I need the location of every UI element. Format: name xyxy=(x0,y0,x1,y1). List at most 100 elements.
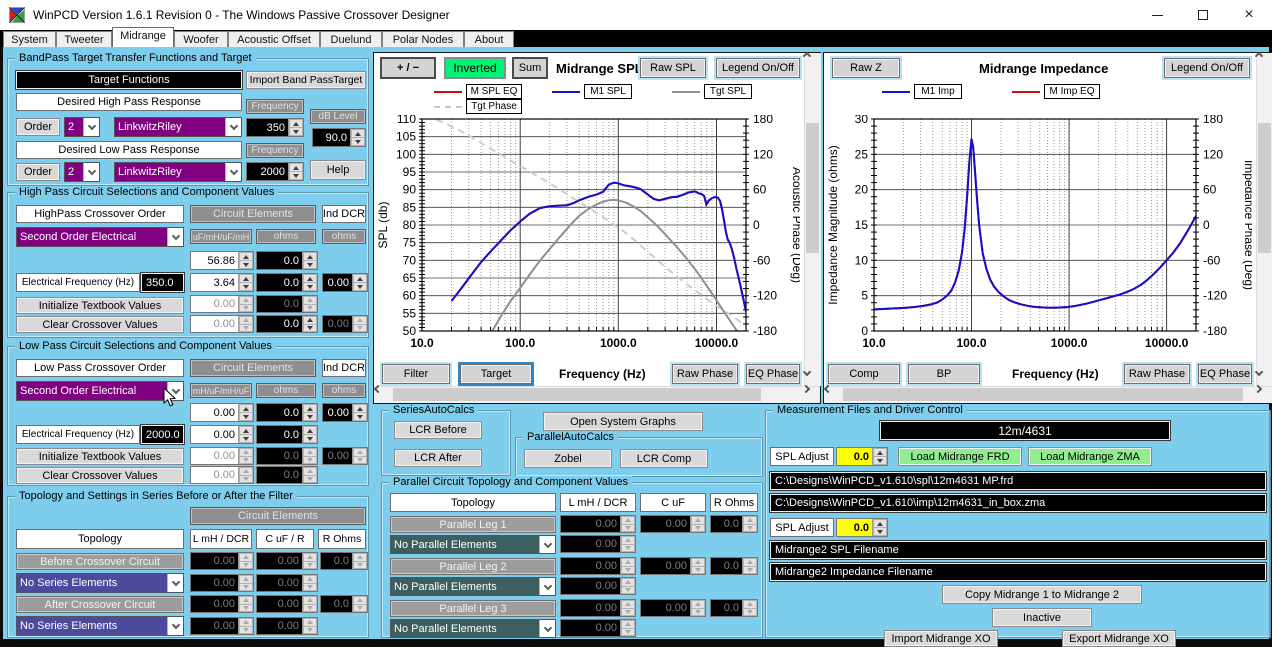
lp-clear-crossover-button[interactable]: Clear Crossover Values xyxy=(16,467,184,484)
leg2-l-spinner[interactable]: 0.00 xyxy=(560,557,636,575)
hp-l2-spinner[interactable]: 0.00 xyxy=(190,315,254,333)
leg3-c-value[interactable]: 0.00 xyxy=(641,600,690,616)
spl-adjust2-spinner[interactable]: 0.0 xyxy=(836,518,888,537)
spl-scroll-left-button[interactable] xyxy=(373,384,383,394)
before-r-value[interactable]: 0.0 xyxy=(321,553,352,569)
spinner-down-button[interactable] xyxy=(303,583,317,591)
spinner-up-button[interactable] xyxy=(239,296,253,305)
spinner-up-button[interactable] xyxy=(239,404,253,413)
spinner-buttons[interactable] xyxy=(302,404,317,421)
lp-order-select[interactable]: 2 xyxy=(64,162,100,182)
leg3-l-spinner[interactable]: 0.00 xyxy=(560,599,636,617)
lp-dcr2-value[interactable]: 0.00 xyxy=(323,448,352,464)
spinner-up-button[interactable] xyxy=(303,274,317,283)
spinner-up-button[interactable] xyxy=(303,553,317,562)
spl-inverted-button[interactable]: Inverted xyxy=(444,57,506,79)
spinner-down-button[interactable] xyxy=(691,608,705,616)
close-button[interactable]: × xyxy=(1226,0,1272,30)
hp-r4-spinner[interactable]: 0.0 xyxy=(256,315,318,333)
spinner-down-button[interactable] xyxy=(353,561,367,569)
tab-acoustic-offset[interactable]: Acoustic Offset xyxy=(228,31,320,48)
spinner-down-button[interactable] xyxy=(353,604,367,612)
spinner-down-button[interactable] xyxy=(303,435,317,443)
spinner-buttons[interactable] xyxy=(350,129,365,146)
spinner-up-button[interactable] xyxy=(353,316,367,325)
after-sel-l-spinner[interactable]: 0.00 xyxy=(190,617,254,635)
leg2-sel-value[interactable]: 0.00 xyxy=(561,578,620,594)
after-sel-c-value[interactable]: 0.00 xyxy=(257,618,302,634)
lp-l1-spinner[interactable]: 0.00 xyxy=(190,403,254,422)
after-r-value[interactable]: 0.0 xyxy=(321,596,352,612)
spinner-up-button[interactable] xyxy=(353,274,367,283)
hp-l1-spinner[interactable]: 3.64 xyxy=(190,273,254,292)
spinner-up-button[interactable] xyxy=(353,448,367,457)
spinner-buttons[interactable] xyxy=(302,426,317,443)
lp-r1-value[interactable]: 0.0 xyxy=(257,404,302,421)
before-sel-c-spinner[interactable]: 0.00 xyxy=(256,574,318,592)
spinner-buttons[interactable] xyxy=(288,163,303,180)
lp-r4-value[interactable]: 0.0 xyxy=(257,467,302,483)
spinner-down-button[interactable] xyxy=(303,456,317,464)
spinner-buttons[interactable] xyxy=(872,448,887,465)
hp-dcr2-value[interactable]: 0.00 xyxy=(323,316,352,332)
spinner-up-button[interactable] xyxy=(239,252,253,261)
hp-dcr1-spinner[interactable]: 0.00 xyxy=(322,273,368,292)
leg3-sel-spinner[interactable]: 0.00 xyxy=(560,619,636,637)
db-level-value[interactable]: 90.0 xyxy=(313,129,350,146)
spinner-up-button[interactable] xyxy=(303,316,317,325)
leg2-c-spinner[interactable]: 0.00 xyxy=(640,557,706,575)
spinner-up-button[interactable] xyxy=(303,448,317,457)
imp-raw-z-button[interactable]: Raw Z xyxy=(832,58,900,78)
imp-vertical-scroll-thumb[interactable] xyxy=(1258,123,1271,253)
spinner-up-button[interactable] xyxy=(621,516,635,525)
hp-c2-value[interactable]: 0.00 xyxy=(191,296,238,312)
spinner-buttons[interactable] xyxy=(742,600,757,616)
tab-midrange[interactable]: Midrange xyxy=(112,27,174,47)
before-sel-l-spinner[interactable]: 0.00 xyxy=(190,574,254,592)
spinner-up-button[interactable] xyxy=(691,516,705,525)
spinner-down-button[interactable] xyxy=(621,566,635,574)
hp-r3-value[interactable]: 0.0 xyxy=(257,296,302,312)
spinner-buttons[interactable] xyxy=(620,516,635,532)
spl-filter-button[interactable]: Filter xyxy=(382,364,450,384)
spinner-buttons[interactable] xyxy=(238,596,253,612)
lp-r1-spinner[interactable]: 0.0 xyxy=(256,403,318,422)
spinner-up-button[interactable] xyxy=(303,296,317,305)
spinner-up-button[interactable] xyxy=(351,129,365,138)
spinner-down-button[interactable] xyxy=(303,475,317,483)
spinner-buttons[interactable] xyxy=(238,252,253,269)
leg1-r-value[interactable]: 0.0 xyxy=(711,516,742,532)
spinner-down-button[interactable] xyxy=(621,628,635,636)
spinner-buttons[interactable] xyxy=(238,575,253,591)
spinner-up-button[interactable] xyxy=(239,553,253,562)
leg1-c-spinner[interactable]: 0.00 xyxy=(640,515,706,533)
spinner-up-button[interactable] xyxy=(353,596,367,605)
lp-l2-spinner[interactable]: 0.00 xyxy=(190,447,254,465)
spinner-down-button[interactable] xyxy=(289,172,303,180)
spinner-buttons[interactable] xyxy=(690,558,705,574)
before-l-value[interactable]: 0.00 xyxy=(191,553,238,569)
spl-scroll-up-button[interactable] xyxy=(802,51,812,61)
chevron-down-icon[interactable] xyxy=(225,163,241,181)
spinner-up-button[interactable] xyxy=(621,600,635,609)
spl-scroll-right-button[interactable] xyxy=(801,384,811,394)
hp-type-select[interactable]: LinkwitzRiley xyxy=(114,117,242,137)
chevron-down-icon[interactable] xyxy=(539,536,555,553)
hp-c2-spinner[interactable]: 0.00 xyxy=(190,295,254,313)
leg1-elements-select[interactable]: No Parallel Elements xyxy=(390,535,556,554)
spinner-buttons[interactable] xyxy=(742,558,757,574)
after-sel-l-value[interactable]: 0.00 xyxy=(191,618,238,634)
spinner-buttons[interactable] xyxy=(238,404,253,421)
spinner-up-button[interactable] xyxy=(289,163,303,172)
lcr-comp-button[interactable]: LCR Comp xyxy=(620,449,708,468)
imp-scroll-right-button[interactable] xyxy=(1253,384,1263,394)
spinner-buttons[interactable] xyxy=(302,448,317,464)
spl-eq-phase-button[interactable]: EQ Phase xyxy=(746,364,800,384)
imp-scroll-up-button[interactable] xyxy=(1254,51,1264,61)
spinner-down-button[interactable] xyxy=(239,604,253,612)
spinner-down-button[interactable] xyxy=(621,524,635,532)
spl-scroll-down-button[interactable] xyxy=(802,367,812,377)
spinner-buttons[interactable] xyxy=(352,274,367,291)
leg3-sel-value[interactable]: 0.00 xyxy=(561,620,620,636)
chevron-down-icon[interactable] xyxy=(539,620,555,637)
